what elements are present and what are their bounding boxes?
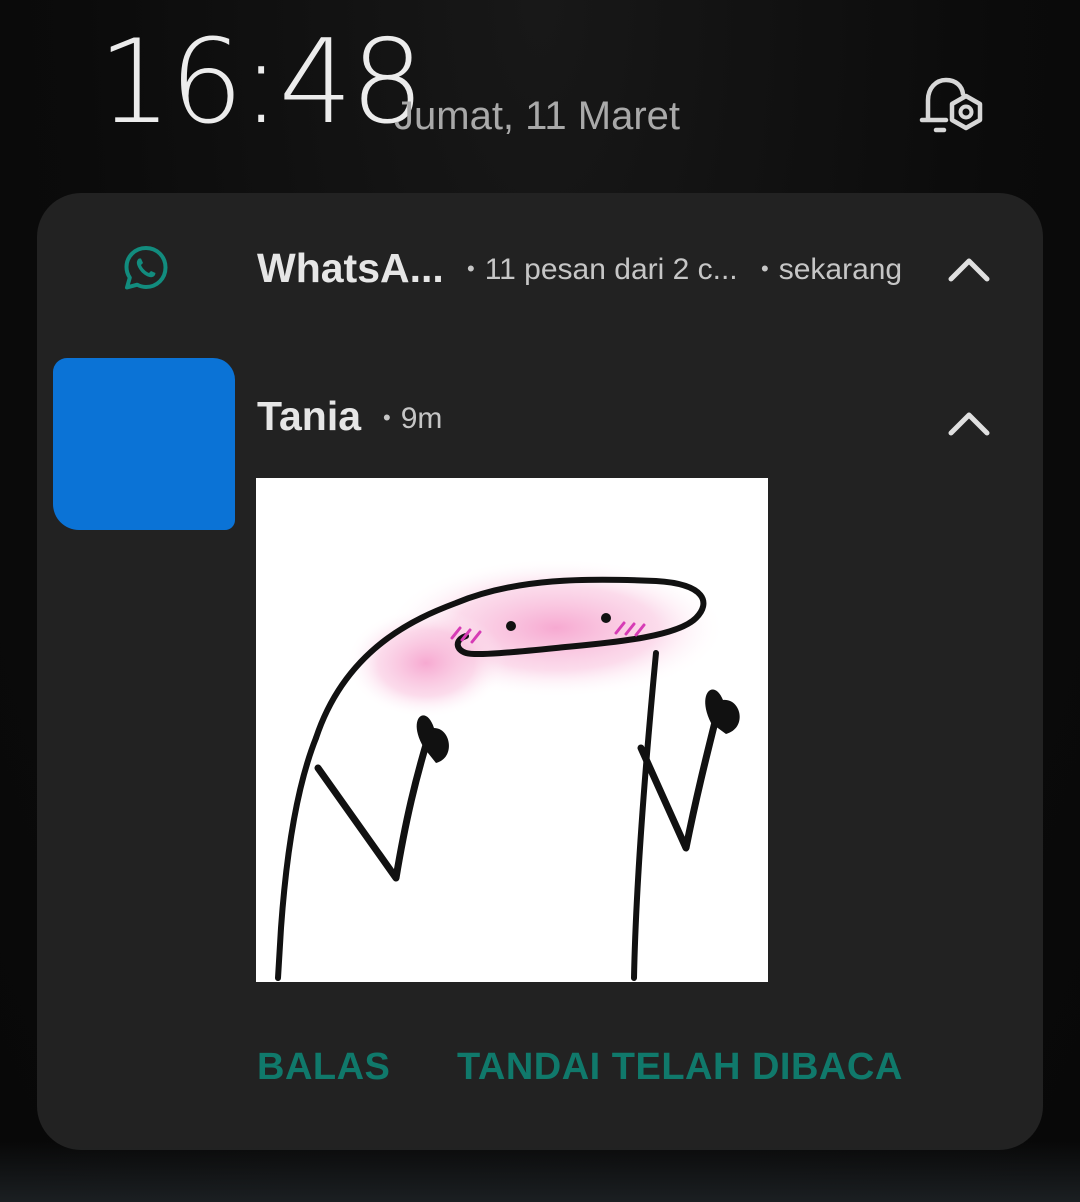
notification-summary: 11 pesan dari 2 c...	[467, 249, 738, 290]
mark-as-read-button[interactable]: TANDAI TELAH DIBACA	[457, 1045, 903, 1089]
notification-settings-button[interactable]	[916, 74, 988, 142]
blushing-character-sticker	[275, 558, 740, 981]
whatsapp-notification-card[interactable]: WhatsA... 11 pesan dari 2 c... sekarang …	[37, 193, 1043, 1150]
lockscreen: 16:48 Jumat, 11 Maret WhatsA... 11 pesan…	[0, 0, 1080, 1202]
background-glow	[0, 1142, 1080, 1202]
clock-time: 16:48	[98, 15, 424, 150]
whatsapp-icon	[122, 244, 170, 292]
avatar	[53, 358, 235, 530]
collapse-group-button[interactable]	[941, 249, 997, 289]
chevron-up-icon	[948, 412, 990, 436]
app-name: WhatsA...	[257, 245, 444, 291]
collapse-message-button[interactable]	[941, 403, 997, 443]
chevron-up-icon	[948, 258, 990, 282]
sender-name: Tania	[257, 393, 362, 439]
clock-date: Jumat, 11 Maret	[394, 94, 681, 138]
notification-time: sekarang	[761, 249, 902, 290]
bell-gear-icon	[919, 77, 983, 133]
reply-button[interactable]: BALAS	[257, 1045, 390, 1089]
message-age: 9m	[383, 398, 443, 439]
sticker-image[interactable]	[256, 478, 768, 982]
